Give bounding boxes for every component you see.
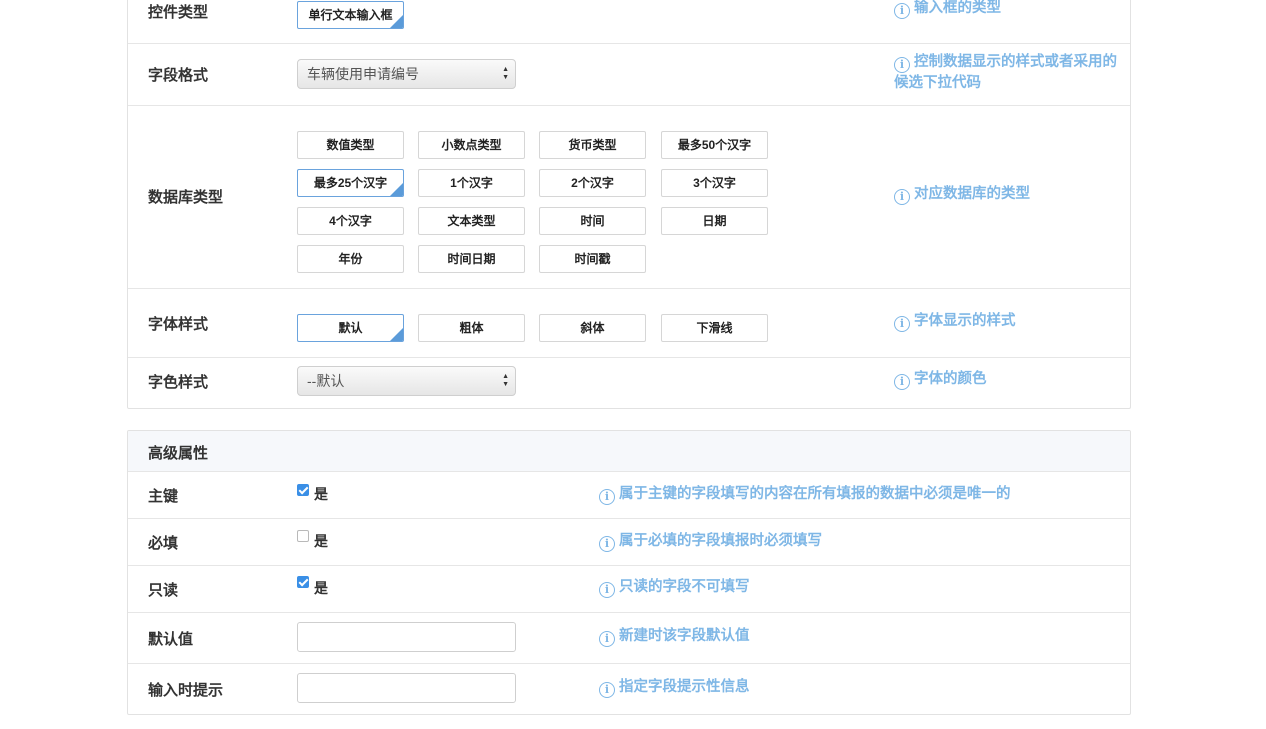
info-icon: i — [599, 489, 615, 505]
basic-properties-panel: 控件类型 单行文本输入框 i 输入框的类型 字段格式 车辆使用申请编号 ▲ ▼ i控… — [127, 0, 1131, 409]
readonly-row: 只读 是 i 只读的字段不可填写 — [128, 566, 1130, 613]
field-format-select[interactable]: 车辆使用申请编号 ▲ ▼ — [297, 59, 516, 89]
info-icon: i — [599, 631, 615, 647]
required-checkbox[interactable] — [297, 530, 309, 542]
db-type-option[interactable]: 日期 — [661, 207, 768, 235]
default-value-row: 默认值 i 新建时该字段默认值 — [128, 613, 1130, 664]
primary-key-check-label: 是 — [314, 486, 328, 502]
required-row: 必填 是 i 属于必填的字段填报时必须填写 — [128, 519, 1130, 566]
info-icon: i — [894, 374, 910, 390]
input-tip-input[interactable] — [297, 673, 516, 703]
info-icon: i — [894, 3, 910, 19]
font-color-hint: i 字体的颜色 — [894, 369, 987, 390]
db-type-option[interactable]: 货币类型 — [539, 131, 646, 159]
font-style-row: 字体样式 默认 粗体 斜体 下滑线 i 字体显示的样式 — [128, 289, 1130, 358]
db-type-option[interactable]: 时间日期 — [418, 245, 525, 273]
advanced-properties-panel: 高级属性 主键 是 i 属于主键的字段填写的内容在所有填报的数据中必须是唯一的 必… — [127, 430, 1131, 715]
info-icon: i — [599, 682, 615, 698]
db-type-option[interactable]: 年份 — [297, 245, 404, 273]
font-color-row: 字色样式 --默认 ▲ ▼ i 字体的颜色 — [128, 358, 1130, 409]
db-type-option[interactable]: 小数点类型 — [418, 131, 525, 159]
updown-arrows-icon: ▲ ▼ — [502, 373, 509, 388]
control-type-hint: i 输入框的类型 — [894, 0, 1001, 19]
font-style-option[interactable]: 下滑线 — [661, 314, 768, 342]
advanced-header: 高级属性 — [128, 431, 1130, 472]
primary-key-hint: i 属于主键的字段填写的内容在所有填报的数据中必须是唯一的 — [599, 484, 1011, 505]
advanced-title: 高级属性 — [148, 445, 209, 462]
control-type-row: 控件类型 单行文本输入框 i 输入框的类型 — [128, 0, 1130, 44]
info-icon: i — [599, 536, 615, 552]
readonly-label: 只读 — [148, 582, 179, 599]
updown-arrows-icon: ▲ ▼ — [502, 66, 509, 81]
default-value-hint: i 新建时该字段默认值 — [599, 626, 750, 647]
required-check-label: 是 — [314, 533, 328, 549]
field-format-hint: i 控制数据显示的样式或者采用的 候选下拉代码 — [894, 54, 1117, 91]
primary-key-checkbox[interactable] — [297, 484, 309, 496]
db-type-option[interactable]: 最多50个汉字 — [661, 131, 768, 159]
font-color-label: 字色样式 — [148, 374, 209, 391]
primary-key-label: 主键 — [148, 488, 179, 505]
font-style-option[interactable]: 粗体 — [418, 314, 525, 342]
control-type-option-single-line[interactable]: 单行文本输入框 — [297, 1, 404, 29]
font-color-select[interactable]: --默认 ▲ ▼ — [297, 366, 516, 396]
input-tip-label: 输入时提示 — [148, 682, 224, 699]
db-type-hint: i 对应数据库的类型 — [894, 184, 1030, 205]
db-type-option[interactable]: 时间 — [539, 207, 646, 235]
info-icon: i — [599, 582, 615, 598]
default-value-label: 默认值 — [148, 631, 194, 648]
db-type-row: 数据库类型 数值类型 小数点类型 货币类型 最多50个汉字 最多25个汉字 1个… — [128, 106, 1130, 289]
info-icon: i — [894, 189, 910, 205]
input-tip-hint: i 指定字段提示性信息 — [599, 677, 750, 698]
db-type-option[interactable]: 4个汉字 — [297, 207, 404, 235]
db-type-option[interactable]: 3个汉字 — [661, 169, 768, 197]
field-format-label: 字段格式 — [148, 67, 209, 84]
info-icon: i — [894, 316, 910, 332]
default-value-input[interactable] — [297, 622, 516, 652]
db-type-label: 数据库类型 — [148, 189, 224, 206]
readonly-checkbox[interactable] — [297, 576, 309, 588]
required-hint: i 属于必填的字段填报时必须填写 — [599, 531, 822, 552]
primary-key-row: 主键 是 i 属于主键的字段填写的内容在所有填报的数据中必须是唯一的 — [128, 472, 1130, 519]
control-type-label: 控件类型 — [148, 4, 209, 21]
field-format-row: 字段格式 车辆使用申请编号 ▲ ▼ i 控制数据显示的样式或者采用的 候选下拉代码 — [128, 44, 1130, 106]
db-type-option[interactable]: 数值类型 — [297, 131, 404, 159]
db-type-option[interactable]: 1个汉字 — [418, 169, 525, 197]
required-label: 必填 — [148, 535, 179, 552]
db-type-option[interactable]: 文本类型 — [418, 207, 525, 235]
font-style-hint: i 字体显示的样式 — [894, 311, 1016, 332]
input-tip-row: 输入时提示 i 指定字段提示性信息 — [128, 664, 1130, 716]
font-style-option-selected[interactable]: 默认 — [297, 314, 404, 342]
db-type-option-selected[interactable]: 最多25个汉字 — [297, 169, 404, 197]
readonly-hint: i 只读的字段不可填写 — [599, 577, 750, 598]
db-type-option[interactable]: 时间戳 — [539, 245, 646, 273]
font-style-option[interactable]: 斜体 — [539, 314, 646, 342]
info-icon: i — [894, 57, 910, 73]
readonly-check-label: 是 — [314, 580, 328, 596]
font-style-label: 字体样式 — [148, 316, 209, 333]
db-type-option[interactable]: 2个汉字 — [539, 169, 646, 197]
